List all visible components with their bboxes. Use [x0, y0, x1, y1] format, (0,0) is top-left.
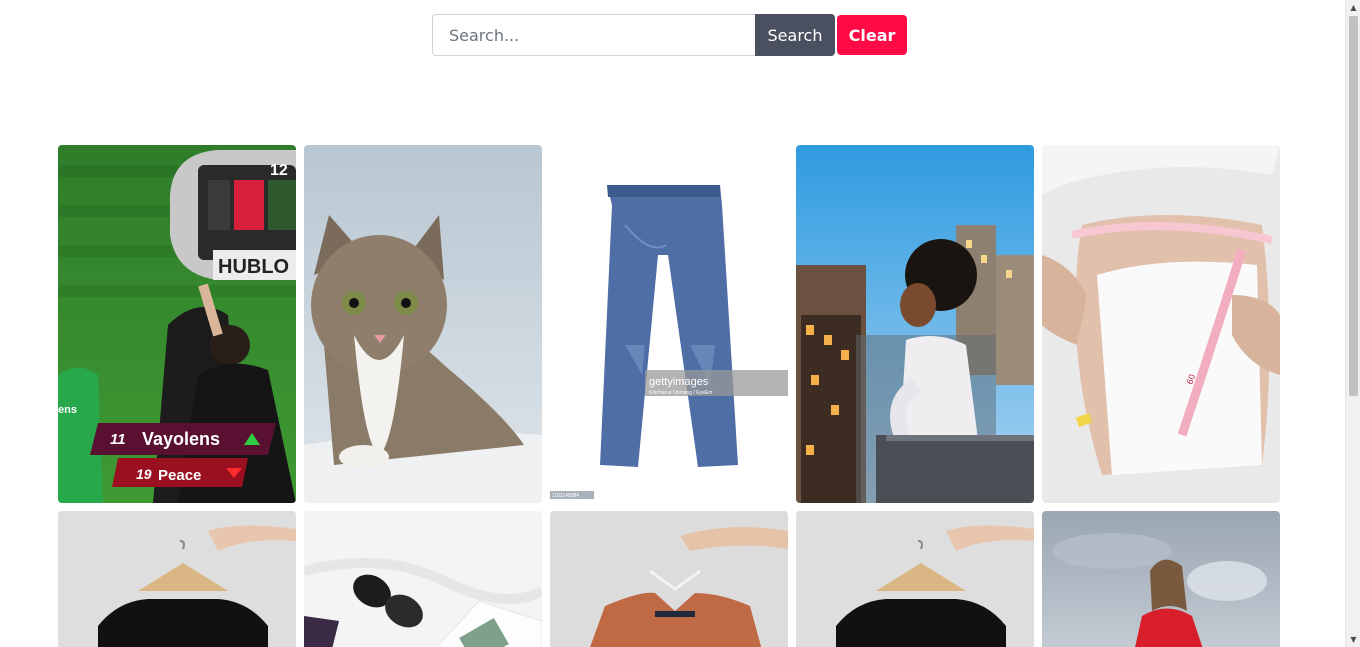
search-bar: Search Clear	[432, 14, 907, 56]
scroll-up-icon[interactable]: ▲	[1346, 0, 1360, 15]
image-grid: 12 HUBLO ens 11 Vayolens 19 Peace gettyi…	[58, 145, 1282, 647]
image-card-orange-jacket[interactable]	[550, 511, 788, 647]
image-card-kitten[interactable]	[304, 145, 542, 503]
image-card-woman-red-sweater[interactable]	[1042, 511, 1280, 647]
player-out-name: Peace	[158, 467, 201, 484]
clear-button[interactable]: Clear	[837, 15, 907, 55]
image-card-football[interactable]: 12 HUBLO ens 11 Vayolens 19 Peace	[58, 145, 296, 503]
image-row	[58, 511, 1282, 647]
image-row: 12 HUBLO ens 11 Vayolens 19 Peace gettyi…	[58, 145, 1282, 503]
watermark-id: 1161148084	[552, 493, 579, 499]
page: Search Clear	[0, 0, 1360, 647]
image-card-jeans[interactable]: gettyimages Kritchanut Onmang / EyeEm 11…	[550, 145, 788, 503]
watermark-text: gettyimages	[649, 376, 709, 388]
player-out-number: 19	[136, 466, 152, 482]
image-card-black-tshirt-2[interactable]	[796, 511, 1034, 647]
jersey-text: ens	[58, 404, 77, 416]
orange-jacket-image	[550, 511, 788, 647]
football-image: 12 HUBLO ens 11 Vayolens 19 Peace	[58, 145, 296, 503]
board-number: 12	[270, 162, 288, 179]
search-button[interactable]: Search	[755, 14, 835, 56]
jeans-image: gettyimages Kritchanut Onmang / EyeEm 11…	[550, 145, 788, 503]
image-card-woman-city[interactable]	[796, 145, 1034, 503]
watermark-credit: Kritchanut Onmang / EyeEm	[649, 390, 712, 396]
player-in-name: Vayolens	[142, 429, 220, 449]
image-card-measuring-tape[interactable]: 60	[1042, 145, 1280, 503]
kitten-image	[304, 145, 542, 503]
scroll-thumb[interactable]	[1349, 16, 1358, 396]
woman-city-image	[796, 145, 1034, 503]
player-in-number: 11	[110, 431, 126, 448]
scroll-down-icon[interactable]: ▼	[1346, 632, 1360, 647]
board-brand: HUBLO	[218, 256, 289, 278]
page-scrollbar[interactable]: ▲ ▼	[1345, 0, 1360, 647]
image-card-flatlay[interactable]	[304, 511, 542, 647]
search-input[interactable]	[432, 14, 755, 56]
woman-red-sweater-image	[1042, 511, 1280, 647]
image-card-black-tshirt[interactable]	[58, 511, 296, 647]
black-tshirt-image	[58, 511, 296, 647]
measuring-tape-image: 60	[1042, 145, 1280, 503]
flatlay-image	[304, 511, 542, 647]
black-tshirt-image-2	[796, 511, 1034, 647]
